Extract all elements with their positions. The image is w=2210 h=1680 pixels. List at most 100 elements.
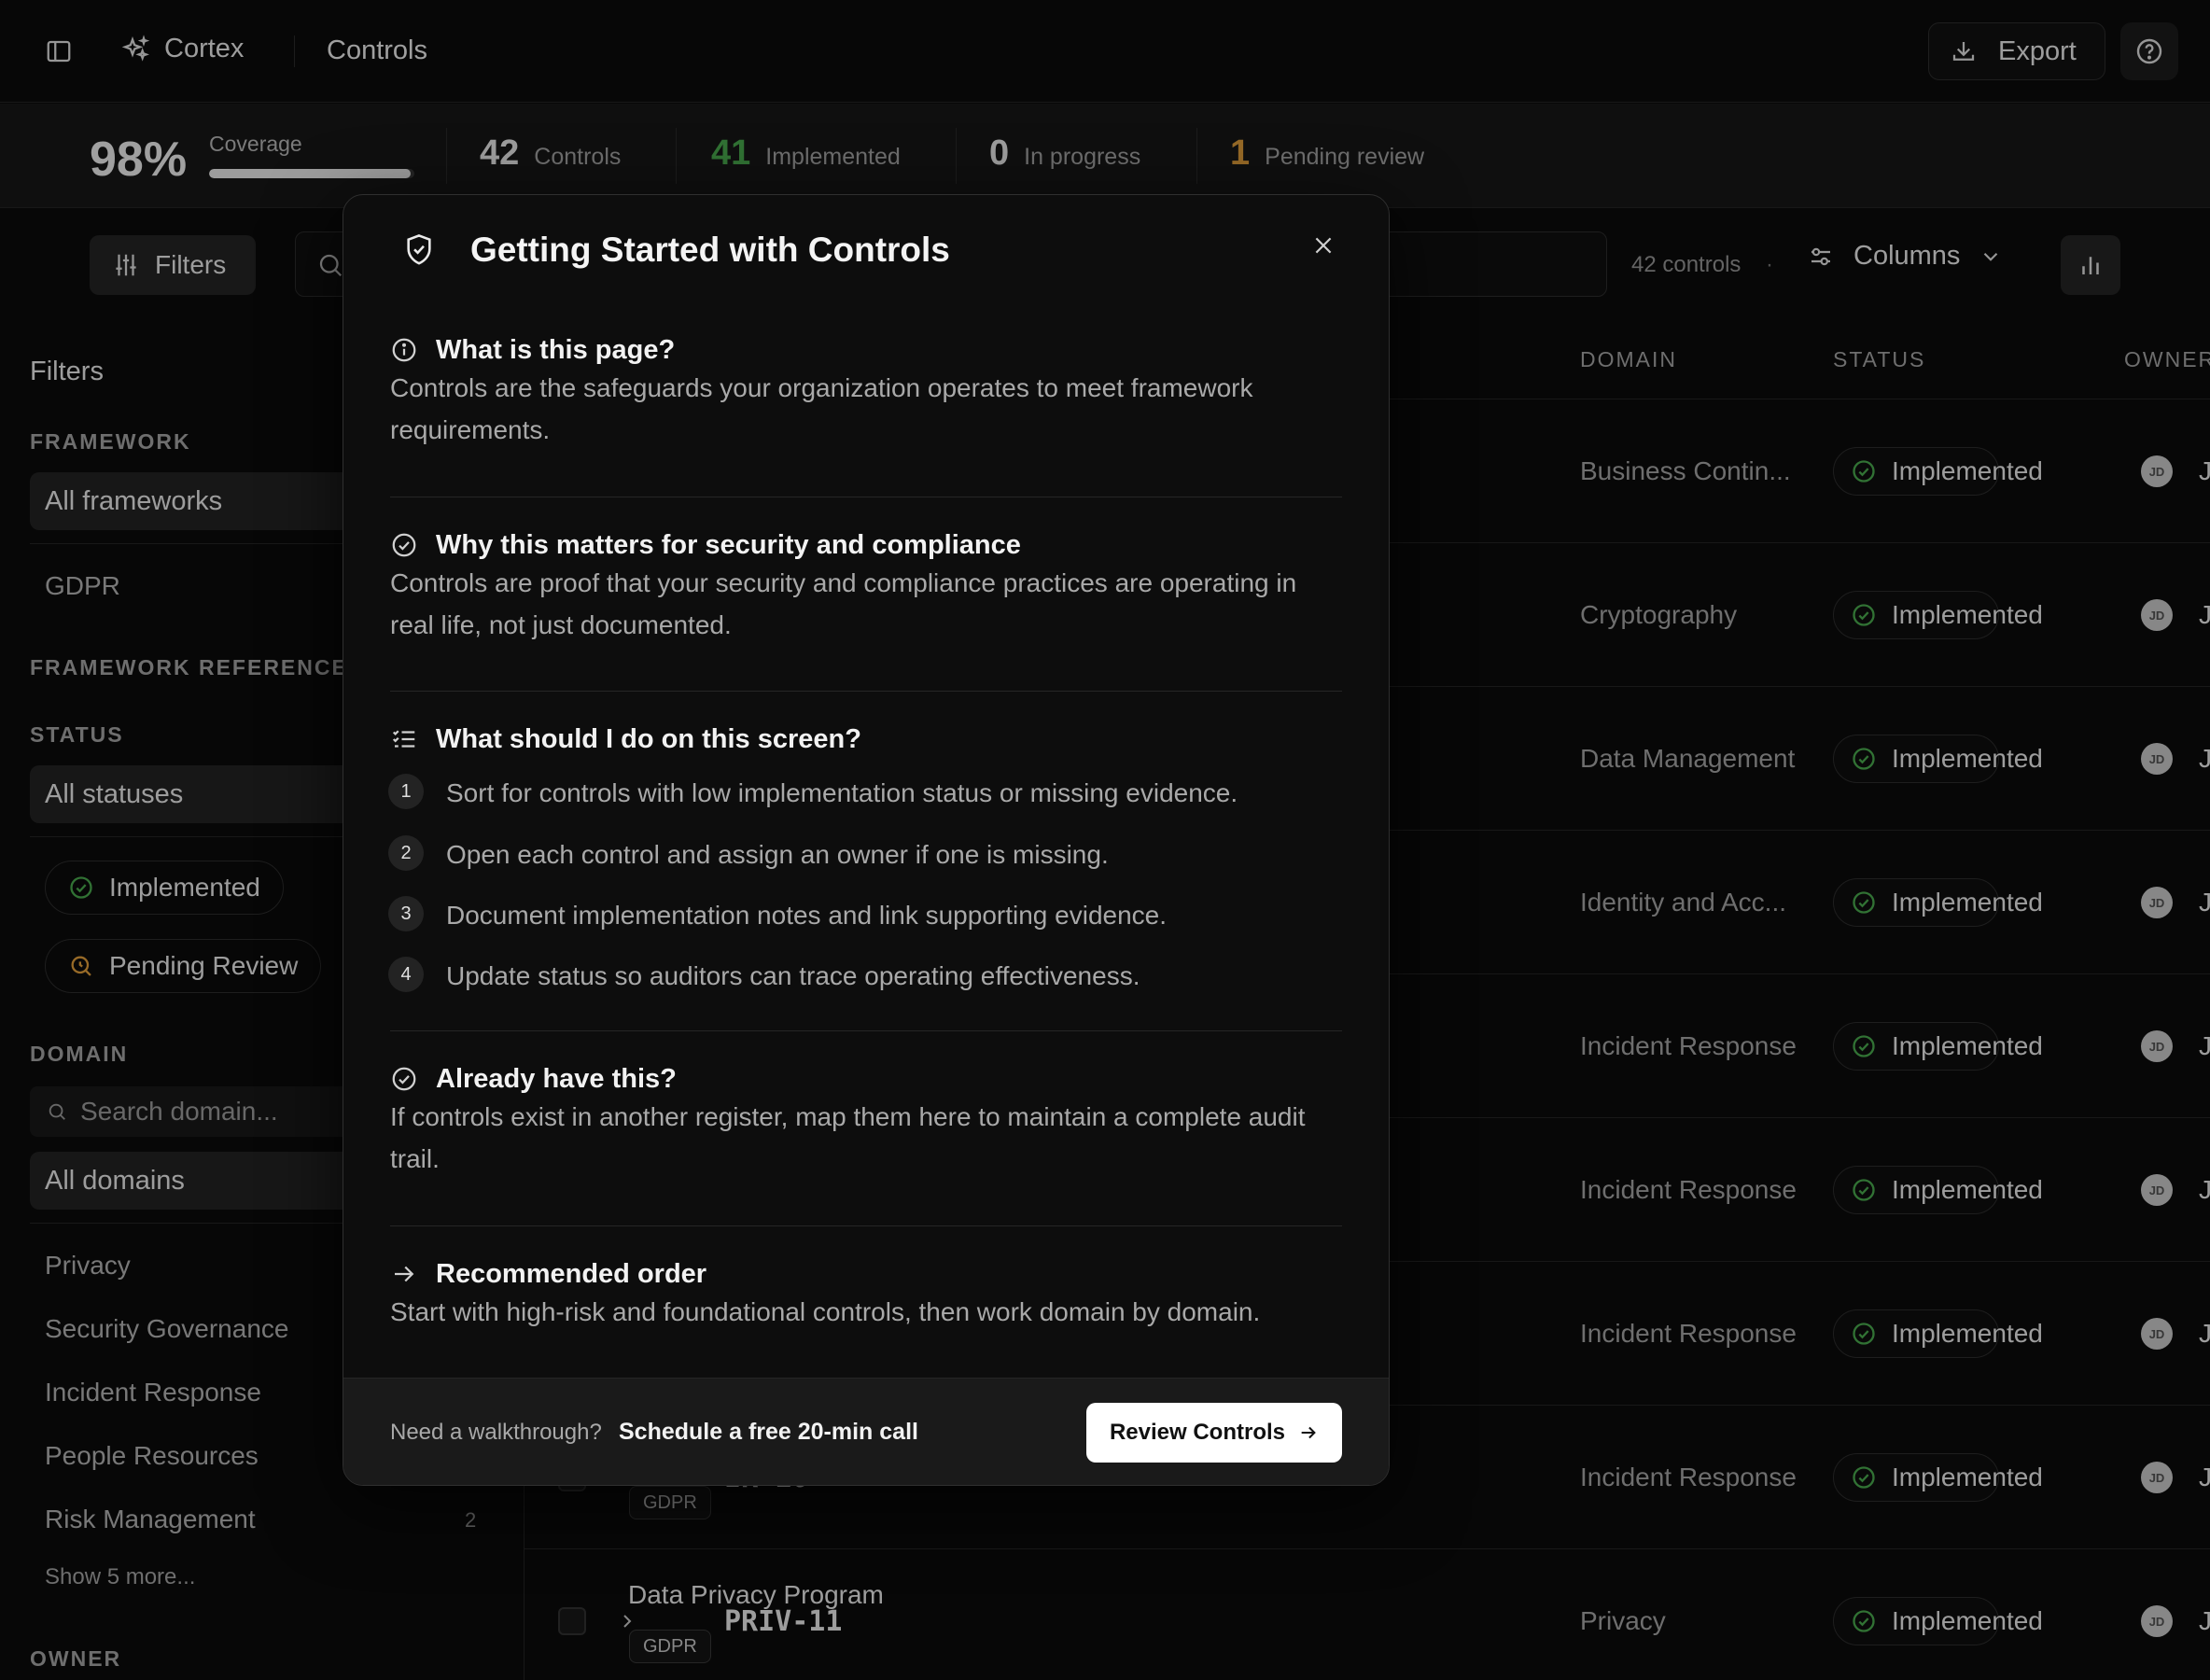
column-header-status[interactable]: STATUS [1833,347,1925,372]
owner-name: J [2199,1031,2210,1060]
status-label: Implemented [1892,1031,2043,1060]
checklist-icon [390,725,418,753]
check-circle-icon [68,875,94,901]
review-controls-button[interactable]: Review Controls [1086,1403,1342,1463]
domain-option-people-resources[interactable]: People Resources [45,1441,259,1471]
check-circle-icon [1851,1608,1877,1634]
status-label: Implemented [1892,1319,2043,1348]
owner-name: J [2199,1175,2210,1204]
owner-name: J [2199,1463,2210,1491]
filters-button[interactable]: Filters [90,235,256,295]
stat-value: 41 [711,133,751,173]
status-label: Implemented [1892,600,2043,629]
status-badge[interactable]: Implemented [1833,1453,2043,1502]
settings-sliders-icon [1807,243,1835,271]
stat-in-progress: 0 In progress [989,133,1140,174]
domain-option-risk-management[interactable]: Risk Management [45,1505,256,1534]
check-circle-icon [1851,746,1877,772]
domain-cell: Incident Response [1580,1031,1797,1060]
schedule-call-link[interactable]: Schedule a free 20-min call [619,1419,918,1446]
stat-label: Pending review [1265,144,1425,170]
export-label: Export [1998,35,2077,66]
status-badge[interactable]: Implemented [1833,1166,2043,1214]
show-more-link[interactable]: Show 5 more... [45,1564,195,1590]
domain-cell: Identity and Acc... [1580,888,1787,917]
status-label: Implemented [1892,456,2043,485]
divider [294,35,295,67]
section-body: Controls are proof that your security an… [390,568,1297,639]
control-title[interactable]: Data Privacy Program [628,1580,884,1610]
coverage-value: 98% [90,133,188,187]
download-icon [1950,37,1978,65]
section-title: What should I do on this screen? [436,724,861,754]
avatar[interactable]: JD [2141,887,2173,918]
status-badge[interactable]: Implemented [1833,878,2043,927]
brand[interactable]: Cortex [121,34,244,64]
status-pill-pending-review[interactable]: Pending Review [45,939,322,993]
check-circle-icon [1851,602,1877,628]
avatar[interactable]: JD [2141,1174,2173,1206]
info-icon [390,336,418,364]
avatar[interactable]: JD [2141,455,2173,487]
column-header-domain[interactable]: DOMAIN [1580,347,1677,372]
pill-label: Implemented [109,873,260,902]
arrow-right-icon [1298,1422,1319,1443]
control-id: PRIV-11 [724,1605,843,1638]
status-badge[interactable]: Implemented [1833,447,2043,496]
domain-cell: Data Management [1580,744,1796,773]
row-checkbox[interactable] [558,1607,586,1635]
status-badge[interactable]: Implemented [1833,735,2043,783]
domain-cell: Business Contin... [1580,456,1791,485]
framework-option-gdpr[interactable]: GDPR [45,571,120,601]
chart-toggle-button[interactable] [2061,235,2120,295]
section-body: If controls exist in another register, m… [390,1102,1306,1173]
divider [390,691,1342,692]
avatar[interactable]: JD [2141,743,2173,775]
domain-option-incident-response[interactable]: Incident Response [45,1378,261,1407]
framework-heading: FRAMEWORK [30,429,191,454]
export-button[interactable]: Export [1928,22,2105,80]
table-row[interactable]: PRIV-11 Data Privacy Program GDPR Privacy Im… [525,1548,2210,1680]
filters-label: Filters [155,250,227,279]
domain-option-security-governance[interactable]: Security Governance [45,1314,288,1344]
stat-value: 42 [480,133,520,173]
columns-button[interactable]: Columns [1807,241,2003,272]
check-circle-icon [1851,1321,1877,1347]
brand-name: Cortex [164,34,245,63]
column-header-owner[interactable]: OWNER [2124,347,2210,372]
check-circle-icon [1851,1464,1877,1491]
domain-option-privacy[interactable]: Privacy [45,1251,131,1281]
help-circle-icon [2134,36,2164,66]
stat-label: In progress [1024,144,1141,170]
domain-search-placeholder: Search domain... [80,1097,278,1126]
help-button[interactable] [2120,22,2178,80]
avatar[interactable]: JD [2141,1030,2173,1062]
check-circle-icon [390,1065,418,1093]
status-badge[interactable]: Implemented [1833,1597,2043,1645]
chevron-down-icon [1979,245,2003,269]
sidebar-toggle-icon[interactable] [43,35,75,67]
avatar[interactable]: JD [2141,1462,2173,1493]
stat-pending: 1 Pending review [1230,133,1424,174]
status-badge[interactable]: Implemented [1833,1022,2043,1071]
owner-heading: OWNER [30,1646,122,1671]
divider [676,128,677,184]
avatar[interactable]: JD [2141,1605,2173,1637]
sliders-icon [112,251,140,279]
avatar[interactable]: JD [2141,599,2173,631]
status-badge[interactable]: Implemented [1833,1309,2043,1358]
framework-reference-heading[interactable]: FRAMEWORK REFERENCE [30,655,348,680]
status-badge[interactable]: Implemented [1833,591,2043,639]
status-pill-implemented[interactable]: Implemented [45,861,284,915]
owner-name: J [2199,744,2210,773]
getting-started-modal: Getting Started with Controls What is th… [343,194,1390,1486]
stats-bar: 98% Coverage 42 Controls 41 Implemented … [0,104,2210,208]
stat-label: Implemented [765,144,901,170]
top-bar: Cortex Controls Export [0,0,2210,103]
close-icon[interactable] [1307,229,1340,262]
section-body: Controls are the safeguards your organiz… [390,373,1253,444]
domain-cell: Incident Response [1580,1463,1797,1491]
modal-footer: Need a walkthrough? Schedule a free 20-m… [343,1378,1389,1485]
avatar[interactable]: JD [2141,1318,2173,1350]
divider [1196,128,1197,184]
